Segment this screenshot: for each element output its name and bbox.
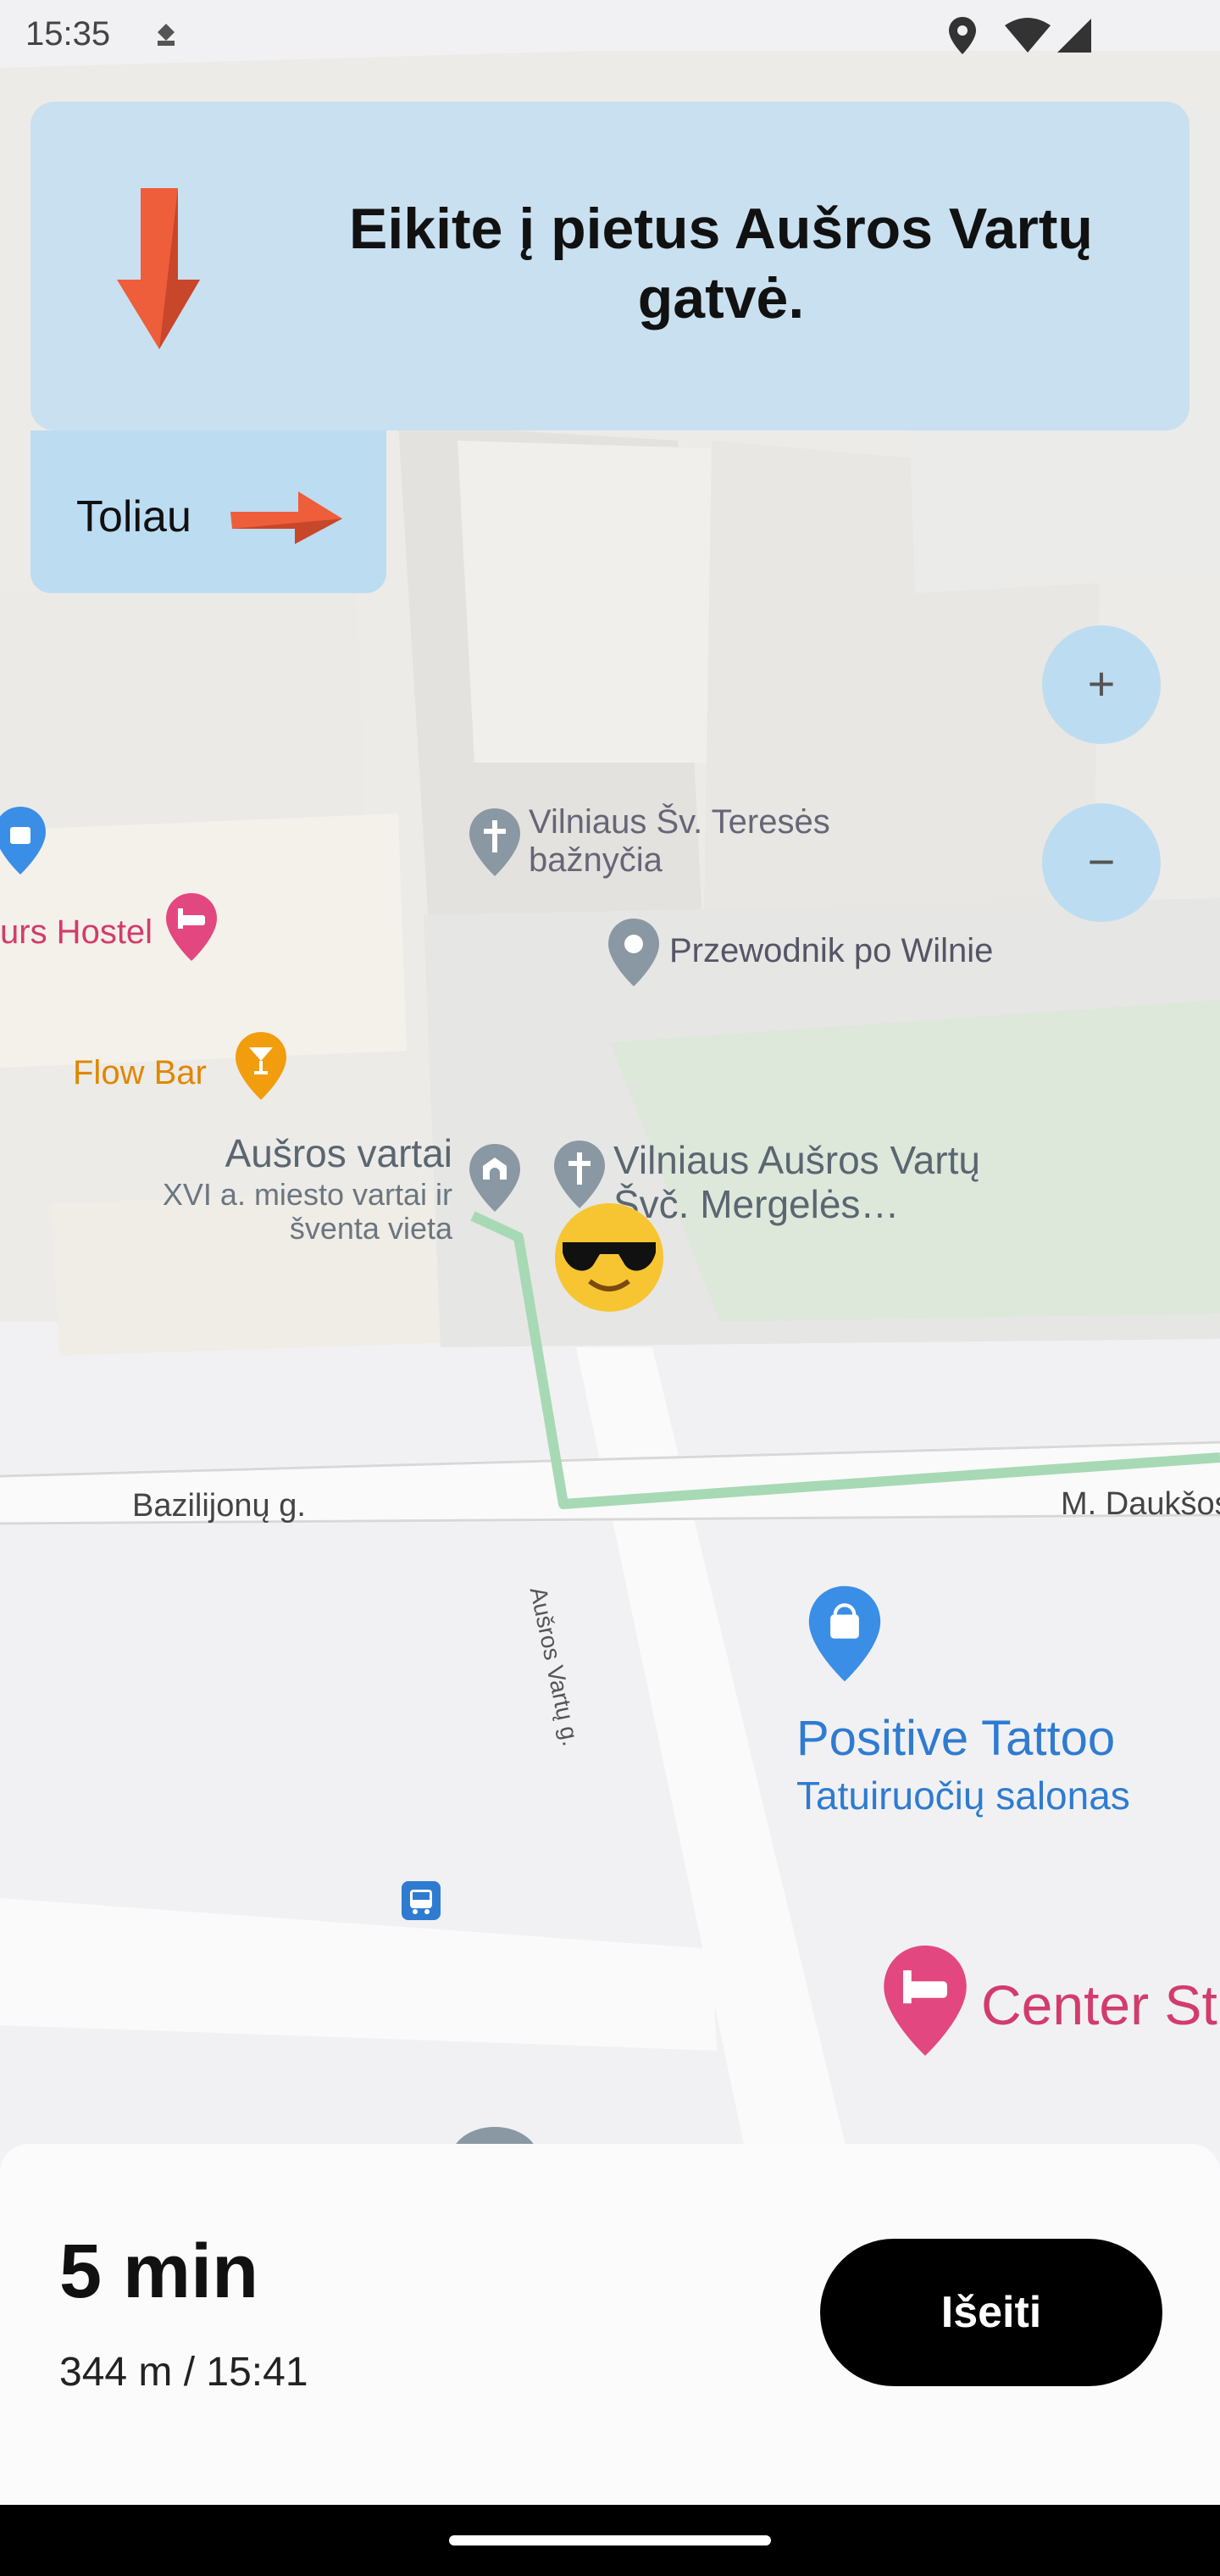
bus-stop-icon[interactable] <box>400 1879 442 1922</box>
poi-ausros-vartai[interactable]: Aušros vartai <box>212 1131 452 1176</box>
next-step-button[interactable]: Toliau <box>30 430 386 593</box>
church-pin-icon[interactable] <box>468 807 522 878</box>
street-bazilijonu: Bazilijonų g. <box>132 1488 306 1524</box>
exit-button[interactable]: Išeiti <box>820 2239 1162 2386</box>
poi-ausros-vartai-sub: XVI a. miesto vartai ir šventa vieta <box>162 1177 452 1246</box>
location-status-icon <box>949 17 976 54</box>
poi-church-teresa[interactable]: Vilniaus Šv. Teresės bažnyčia <box>529 803 834 880</box>
hotel-center-pin-icon[interactable] <box>881 1940 969 2061</box>
poi-chapel[interactable]: Vilniaus Aušros Vartų Švč. Mergelės… <box>613 1138 1020 1226</box>
landmark-pin-icon[interactable] <box>468 1142 522 1213</box>
tattoo-shop-pin-icon[interactable] <box>807 1583 883 1685</box>
shop-pin-icon[interactable] <box>0 805 46 876</box>
instruction-text: Eikite į pietus Aušros Vartų gatvė. <box>349 197 1093 330</box>
arrow-east-icon <box>230 491 342 544</box>
poi-center[interactable]: Center St <box>981 1974 1217 2037</box>
wifi-icon <box>1005 18 1051 53</box>
trip-distance-eta: 344 m / 15:41 <box>59 2350 308 2395</box>
arrow-south-icon <box>117 188 200 349</box>
cellular-signal-icon <box>1057 19 1091 53</box>
system-nav-bar <box>0 2505 1220 2576</box>
home-handle[interactable] <box>449 2535 771 2545</box>
status-time: 15:35 <box>25 15 111 53</box>
zoom-in-button[interactable]: + <box>1042 625 1161 744</box>
poi-tattoo-sub: Tatuiruočių salonas <box>796 1774 1130 1818</box>
poi-flow-bar[interactable]: Flow Bar <box>73 1054 207 1092</box>
status-bar: 15:35 <box>0 0 1220 71</box>
street-dauksos: M. Daukšos <box>1061 1486 1220 1522</box>
zoom-out-button[interactable]: − <box>1042 803 1161 922</box>
poi-positive-tattoo[interactable]: Positive Tattoo <box>796 1711 1115 1767</box>
trip-duration: 5 min <box>59 2229 259 2314</box>
place-pin-icon[interactable] <box>607 917 661 988</box>
next-step-label: Toliau <box>76 492 191 541</box>
bar-pin-icon[interactable] <box>234 1030 288 1102</box>
instruction-card: Eikite į pietus Aušros Vartų gatvė. <box>30 102 1190 430</box>
hotel-pin-icon[interactable] <box>164 891 219 963</box>
poi-przewodnik[interactable]: Przewodnik po Wilnie <box>669 932 993 970</box>
poi-hostel[interactable]: urs Hostel <box>0 913 152 952</box>
user-location-avatar <box>555 1203 663 1312</box>
notification-icon <box>158 24 175 46</box>
